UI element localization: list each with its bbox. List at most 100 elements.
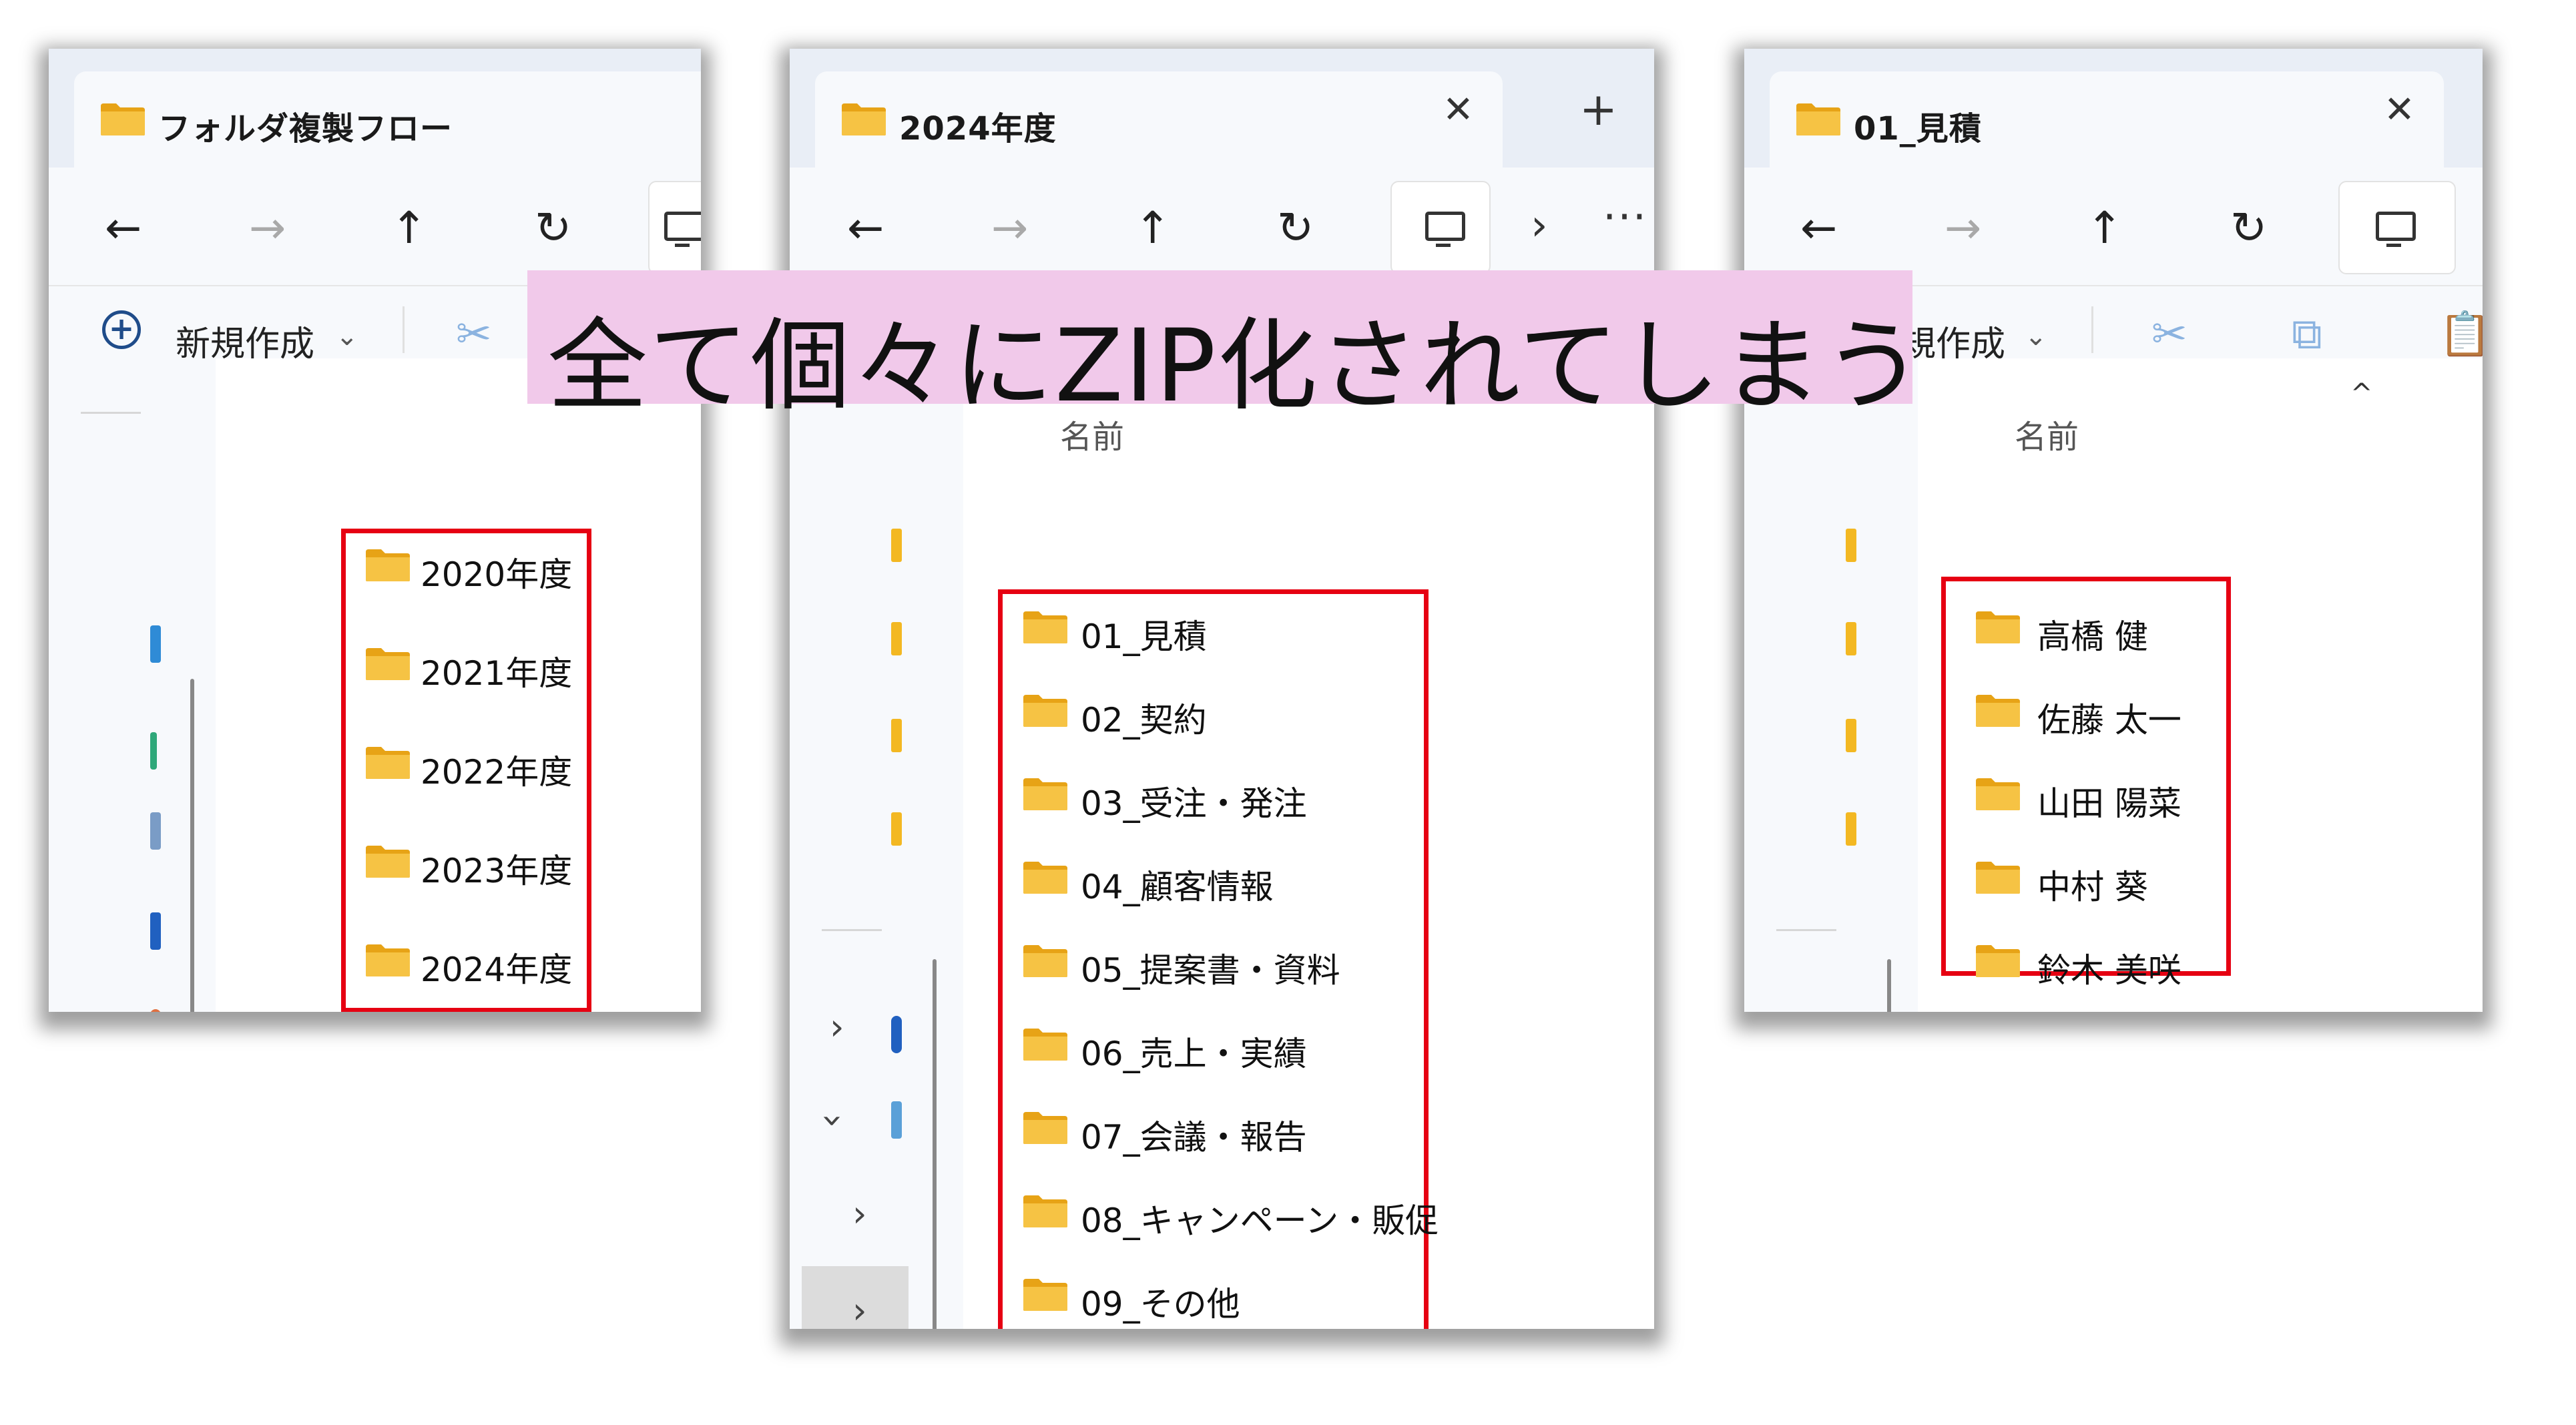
folder-icon: [364, 843, 411, 879]
folder-label: 08_キャンペーン・販促: [1081, 1201, 1439, 1240]
monitor-icon: [1425, 212, 1465, 241]
tab-2024[interactable]: 2024年度 ✕: [815, 71, 1503, 168]
tab-title: 01_見積: [1854, 110, 1982, 148]
paste-icon[interactable]: 📋: [2438, 313, 2483, 356]
folder-icon[interactable]: [891, 812, 902, 846]
expand-chevron-icon[interactable]: ›: [830, 1009, 844, 1045]
tab-flow[interactable]: フォルダ複製フロー: [74, 71, 701, 168]
chevron-down-icon[interactable]: ⌄: [2025, 321, 2047, 352]
gallery-icon[interactable]: [150, 625, 161, 663]
cut-icon[interactable]: ✂: [456, 313, 492, 356]
folder-label: 2021年度: [421, 654, 573, 693]
folder-label: 中村 葵: [2037, 868, 2148, 906]
folder-icon[interactable]: [1846, 622, 1856, 655]
refresh-button[interactable]: ↻: [1277, 206, 1314, 250]
explorer-window-2: 2024年度 ✕ + ← → ↑ ↻ › ··· › › › › 名前 01_見…: [790, 49, 1654, 1329]
this-pc-button[interactable]: [2338, 181, 2456, 274]
folder-icon: [1022, 1109, 1069, 1145]
folder-icon[interactable]: [1846, 812, 1856, 846]
expand-chevron-icon[interactable]: ›: [1784, 1009, 1799, 1013]
folder-icon[interactable]: [891, 622, 902, 655]
this-pc-button[interactable]: [1390, 181, 1491, 274]
tab-mitsumori[interactable]: 01_見積 ✕: [1770, 71, 2444, 168]
forward-button[interactable]: →: [249, 206, 286, 250]
tab-bar: フォルダ複製フロー: [49, 49, 701, 168]
folder-icon: [1975, 942, 2021, 978]
folder-icon: [1975, 609, 2021, 645]
this-pc-button[interactable]: [648, 181, 701, 274]
folder-icon[interactable]: [1846, 719, 1856, 752]
content-area: › › › › 名前 ^ 01_見積 02_契約 03_受注・発注 04_顧客情…: [790, 358, 1654, 1329]
folder-label: 04_顧客情報: [1081, 868, 1274, 906]
more-options-button[interactable]: ···: [1603, 193, 1647, 242]
folder-label: 02_契約: [1081, 701, 1207, 740]
refresh-button[interactable]: ↻: [535, 206, 571, 250]
documents-icon[interactable]: [150, 812, 161, 850]
back-button[interactable]: ←: [847, 206, 884, 250]
navigation-pane[interactable]: › › › ›: [790, 358, 963, 1329]
folder-icon[interactable]: [891, 719, 902, 752]
collapse-chevron-icon[interactable]: ›: [812, 1113, 854, 1128]
expand-chevron-icon[interactable]: ›: [852, 1293, 867, 1329]
copy-icon[interactable]: ⧉: [2292, 313, 2322, 356]
download-icon[interactable]: [150, 912, 161, 950]
scrollbar[interactable]: [190, 679, 194, 1012]
close-tab-button[interactable]: ✕: [1443, 91, 1474, 129]
folder-icon: [1022, 692, 1069, 728]
navigation-pane[interactable]: ›: [1744, 358, 1918, 1012]
new-tab-button[interactable]: +: [1579, 87, 1617, 133]
folder-icon: [840, 101, 887, 137]
tab-bar: 2024年度 ✕ +: [790, 49, 1654, 168]
folder-icon: [1795, 101, 1842, 137]
music-icon[interactable]: [150, 1009, 161, 1012]
folder-label: 鈴木 美咲: [2037, 951, 2181, 990]
folder-icon[interactable]: [891, 529, 902, 562]
folder-icon: [364, 547, 411, 583]
sort-ascending-icon[interactable]: ^: [2350, 378, 2373, 409]
close-tab-button[interactable]: ✕: [2384, 91, 2415, 129]
back-button[interactable]: ←: [1800, 206, 1837, 250]
folder-icon: [1975, 859, 2021, 895]
monitor-icon: [664, 212, 701, 241]
pc-icon[interactable]: [891, 1101, 902, 1139]
up-button[interactable]: ↑: [391, 206, 427, 250]
cut-icon[interactable]: ✂: [2151, 313, 2187, 356]
folder-label: 06_売上・実績: [1081, 1035, 1307, 1073]
folder-icon: [364, 942, 411, 978]
column-header-name[interactable]: 名前: [2015, 410, 2079, 457]
content-area: 2020年度 2021年度 2022年度 2023年度 2024年度: [49, 358, 701, 1012]
folder-icon: [1975, 692, 2021, 728]
folder-label: 01_見積: [1081, 617, 1207, 656]
scrollbar[interactable]: [933, 959, 937, 1329]
scrollbar[interactable]: [1887, 959, 1891, 1012]
folder-label: 2023年度: [421, 852, 573, 890]
network-icon[interactable]: [150, 732, 157, 770]
forward-button[interactable]: →: [991, 206, 1028, 250]
up-button[interactable]: ↑: [1134, 206, 1171, 250]
folder-label: 高橋 健: [2037, 617, 2148, 656]
back-button[interactable]: ←: [105, 206, 142, 250]
chevron-down-icon[interactable]: ⌄: [336, 321, 358, 352]
folder-label: 2024年度: [421, 950, 573, 989]
caption-banner: 全て個々にZIP化されてしまう: [527, 270, 1923, 424]
forward-button[interactable]: →: [1945, 206, 1981, 250]
explorer-window-1: フォルダ複製フロー ← → ↑ ↻ + 新規作成 ⌄ ✂ 2020年度 2021…: [49, 49, 701, 1012]
new-plus-icon: +: [102, 310, 141, 349]
caption-text: 全て個々にZIP化されてしまう: [547, 308, 1924, 424]
separator: [403, 306, 405, 353]
separator: [2091, 306, 2093, 353]
folder-icon: [364, 744, 411, 780]
folder-icon: [1022, 942, 1069, 978]
folder-label: 山田 陽菜: [2037, 784, 2181, 823]
folder-icon: [1975, 776, 2021, 812]
refresh-button[interactable]: ↻: [2230, 206, 2267, 250]
up-button[interactable]: ↑: [2086, 206, 2123, 250]
folder-icon: [99, 101, 146, 137]
folder-icon[interactable]: [1846, 529, 1856, 562]
folder-label: 2020年度: [421, 555, 573, 594]
navigation-pane[interactable]: [49, 358, 216, 1012]
breadcrumb-chevron-icon[interactable]: ›: [1531, 201, 1548, 250]
folder-icon: [1022, 609, 1069, 645]
expand-chevron-icon[interactable]: ›: [852, 1196, 867, 1232]
onedrive-icon[interactable]: [891, 1016, 902, 1053]
